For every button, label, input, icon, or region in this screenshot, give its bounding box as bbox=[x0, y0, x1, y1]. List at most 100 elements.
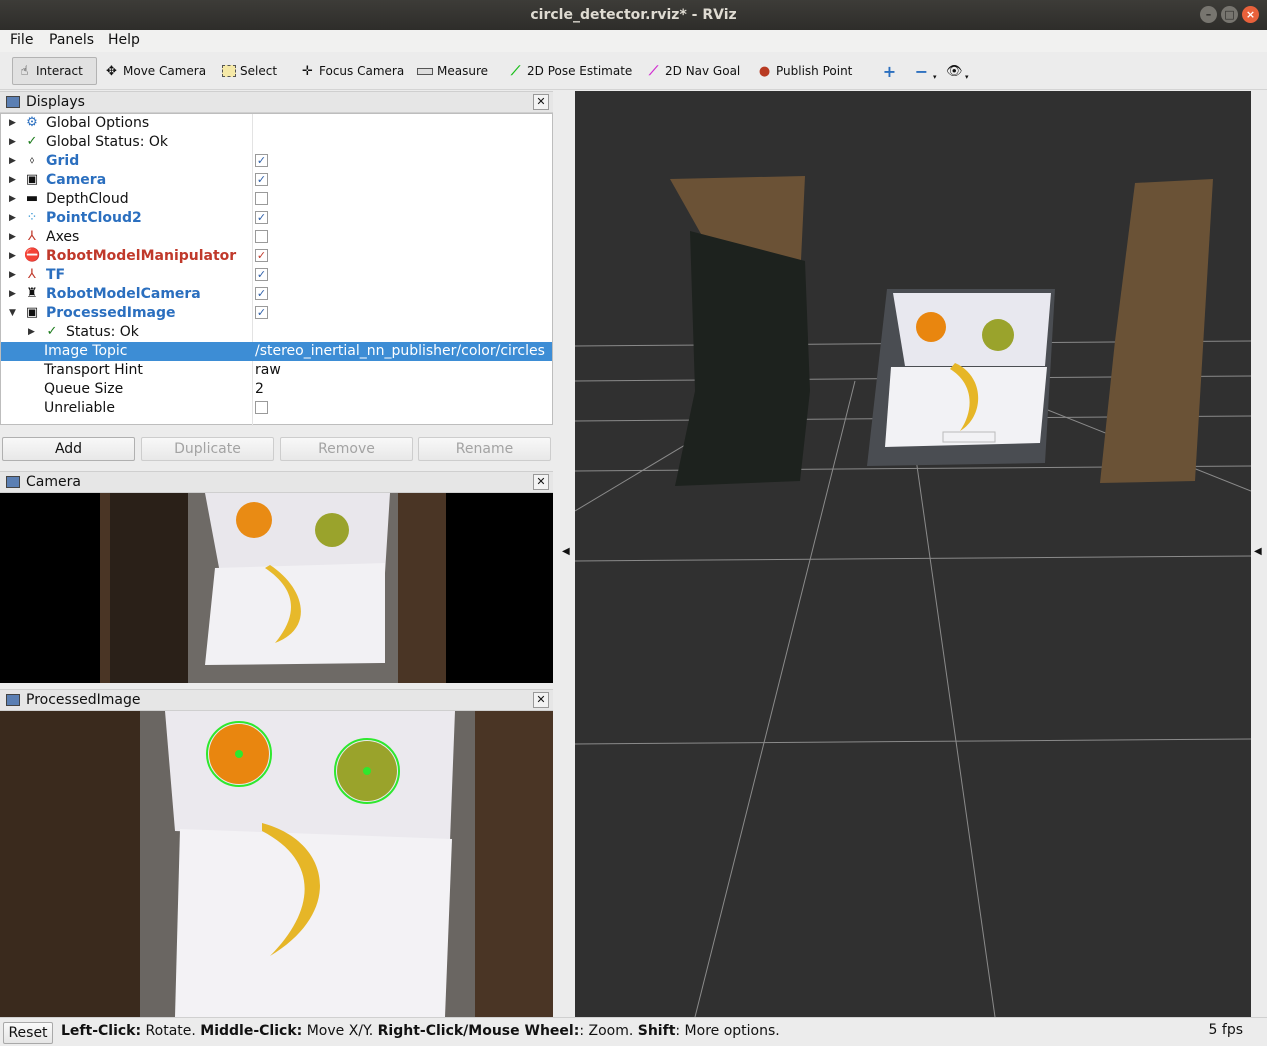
grid-enabled-checkbox[interactable]: ✓ bbox=[255, 154, 268, 167]
depthcloud-enabled-checkbox[interactable] bbox=[255, 192, 268, 205]
nav-goal-tool-button[interactable]: ⟋ 2D Nav Goal bbox=[642, 57, 744, 85]
menu-help-label: Help bbox=[108, 32, 140, 48]
unreliable-checkbox[interactable] bbox=[255, 401, 268, 414]
grid-icon: ⬨ bbox=[29, 155, 35, 166]
close-window-icon[interactable]: × bbox=[1242, 6, 1259, 23]
tree-row-robotmodel-manipulator[interactable]: ▶ ⛔ RobotModelManipulator ✓ bbox=[1, 247, 552, 266]
right-dock-splitter[interactable]: ◀ bbox=[1251, 91, 1267, 1017]
menu-file[interactable]: File bbox=[10, 32, 33, 48]
expand-arrow-icon[interactable]: ▶ bbox=[9, 232, 16, 242]
shift-text: : More options. bbox=[675, 1023, 780, 1039]
menu-bar: File Panels Help bbox=[0, 30, 1267, 52]
robotmodel-manipulator-checkbox[interactable]: ✓ bbox=[255, 249, 268, 262]
publish-point-tool-button[interactable]: ● Publish Point bbox=[753, 57, 856, 85]
transport-hint-value[interactable]: raw bbox=[255, 362, 281, 378]
green-arrow-icon: ⟋ bbox=[510, 63, 521, 79]
tree-row-image-topic[interactable]: Image Topic /stereo_inertial_nn_publishe… bbox=[1, 342, 552, 361]
minimize-icon[interactable]: – bbox=[1200, 6, 1217, 23]
error-icon: ⛔ bbox=[24, 248, 41, 263]
tree-row-global-options[interactable]: ▶ ⚙ Global Options bbox=[1, 114, 552, 133]
interact-tool-button[interactable]: ☝ Interact bbox=[12, 57, 97, 85]
processed-image-view[interactable] bbox=[0, 711, 553, 1017]
plus-icon: + bbox=[882, 61, 897, 81]
expand-arrow-icon[interactable]: ▶ bbox=[28, 327, 35, 337]
expand-arrow-icon[interactable]: ▶ bbox=[9, 289, 16, 299]
expand-arrow-icon[interactable]: ▶ bbox=[9, 270, 16, 280]
expand-arrow-icon[interactable]: ▶ bbox=[9, 156, 16, 166]
tree-row-transport-hint[interactable]: Transport Hint raw bbox=[1, 361, 552, 380]
pose-estimate-tool-button[interactable]: ⟋ 2D Pose Estimate bbox=[504, 57, 636, 85]
axes-enabled-checkbox[interactable] bbox=[255, 230, 268, 243]
tree-row-global-status[interactable]: ▶ ✓ Global Status: Ok bbox=[1, 133, 552, 152]
left-click-key: Left-Click: bbox=[61, 1023, 142, 1039]
row-label: Grid bbox=[46, 153, 80, 169]
close-panel-icon[interactable]: ✕ bbox=[533, 692, 549, 708]
add-tool-button[interactable]: + bbox=[878, 57, 901, 85]
tree-row-processedimage[interactable]: ▼ ▣ ProcessedImage ✓ bbox=[1, 304, 552, 323]
select-tool-button[interactable]: Select bbox=[218, 57, 281, 85]
reset-button[interactable]: Reset bbox=[3, 1022, 53, 1044]
tree-row-camera[interactable]: ▶ ▣ Camera ✓ bbox=[1, 171, 552, 190]
fps-counter: 5 fps bbox=[1208, 1022, 1243, 1038]
tree-row-grid[interactable]: ▶ ⬨ Grid ✓ bbox=[1, 152, 552, 171]
ruler-icon bbox=[417, 67, 433, 75]
row-label: Queue Size bbox=[44, 381, 124, 397]
remove-display-button[interactable]: Remove bbox=[280, 437, 413, 461]
camera-icon: ▣ bbox=[25, 172, 39, 187]
expand-arrow-icon[interactable]: ▶ bbox=[9, 137, 16, 147]
displays-panel-header: Displays ✕ bbox=[0, 91, 553, 113]
tree-row-depthcloud[interactable]: ▶ ▬ DepthCloud bbox=[1, 190, 552, 209]
row-label: RobotModelManipulator bbox=[46, 248, 237, 264]
expand-arrow-icon[interactable]: ▶ bbox=[9, 194, 16, 204]
tf-enabled-checkbox[interactable]: ✓ bbox=[255, 268, 268, 281]
queue-size-value[interactable]: 2 bbox=[255, 381, 264, 397]
expand-arrow-icon[interactable]: ▶ bbox=[9, 213, 16, 223]
left-dock-splitter[interactable]: ◀ bbox=[557, 91, 577, 1017]
collapse-right-icon[interactable]: ◀ bbox=[1254, 546, 1262, 557]
collapse-arrow-icon[interactable]: ▼ bbox=[9, 308, 16, 318]
close-panel-icon[interactable]: ✕ bbox=[533, 94, 549, 110]
camera-enabled-checkbox[interactable]: ✓ bbox=[255, 173, 268, 186]
3d-scene bbox=[575, 176, 1251, 1017]
duplicate-display-button[interactable]: Duplicate bbox=[141, 437, 274, 461]
rename-display-button[interactable]: Rename bbox=[418, 437, 551, 461]
tree-row-axes[interactable]: ▶ ⅄ Axes bbox=[1, 228, 552, 247]
measure-tool-button[interactable]: Measure bbox=[413, 57, 492, 85]
add-display-button[interactable]: Add bbox=[2, 437, 135, 461]
tree-row-tf[interactable]: ▶ ⅄ TF ✓ bbox=[1, 266, 552, 285]
maximize-icon[interactable]: □ bbox=[1221, 6, 1238, 23]
processedimage-panel-title: ProcessedImage bbox=[26, 692, 141, 708]
tree-row-pointcloud2[interactable]: ▶ ⁘ PointCloud2 ✓ bbox=[1, 209, 552, 228]
expand-arrow-icon[interactable]: ▶ bbox=[9, 175, 16, 185]
checkmark-icon: ✓ bbox=[46, 324, 58, 339]
processedimage-enabled-checkbox[interactable]: ✓ bbox=[255, 306, 268, 319]
middle-click-text: Move X/Y. bbox=[302, 1023, 378, 1039]
move-camera-tool-button[interactable]: ✥ Move Camera bbox=[100, 57, 210, 85]
tree-row-queue-size[interactable]: Queue Size 2 bbox=[1, 380, 552, 399]
processedimage-panel-icon bbox=[6, 694, 20, 706]
publish-point-label: Publish Point bbox=[776, 64, 853, 78]
menu-help[interactable]: Help bbox=[108, 32, 140, 48]
tree-row-robotmodel-camera[interactable]: ▶ ♜ RobotModelCamera ✓ bbox=[1, 285, 552, 304]
menu-panels[interactable]: Panels bbox=[49, 32, 94, 48]
status-bar: Reset Left-Click: Rotate. Middle-Click: … bbox=[0, 1017, 1267, 1046]
menu-file-label: File bbox=[10, 32, 34, 48]
robotmodel-camera-checkbox[interactable]: ✓ bbox=[255, 287, 268, 300]
image-icon: ▣ bbox=[25, 305, 39, 320]
focus-camera-tool-button[interactable]: ✛ Focus Camera bbox=[296, 57, 408, 85]
image-topic-value[interactable]: /stereo_inertial_nn_publisher/color/circ… bbox=[255, 343, 545, 359]
map-pin-icon: ● bbox=[758, 63, 771, 79]
close-panel-icon[interactable]: ✕ bbox=[533, 474, 549, 490]
3d-render-view[interactable] bbox=[575, 91, 1251, 1017]
camera-image-view[interactable] bbox=[0, 493, 553, 683]
remove-tool-button[interactable]: − ▾ bbox=[910, 57, 941, 85]
measure-label: Measure bbox=[437, 64, 488, 78]
expand-arrow-icon[interactable]: ▶ bbox=[9, 251, 16, 261]
move-camera-label: Move Camera bbox=[123, 64, 207, 78]
expand-arrow-icon[interactable]: ▶ bbox=[9, 118, 16, 128]
pointcloud2-enabled-checkbox[interactable]: ✓ bbox=[255, 211, 268, 224]
tool-properties-button[interactable]: 👁 ▾ bbox=[942, 57, 973, 85]
tree-row-unreliable[interactable]: Unreliable bbox=[1, 399, 552, 418]
tree-row-status-ok[interactable]: ▶ ✓ Status: Ok bbox=[1, 323, 552, 342]
collapse-left-icon[interactable]: ◀ bbox=[562, 546, 570, 557]
